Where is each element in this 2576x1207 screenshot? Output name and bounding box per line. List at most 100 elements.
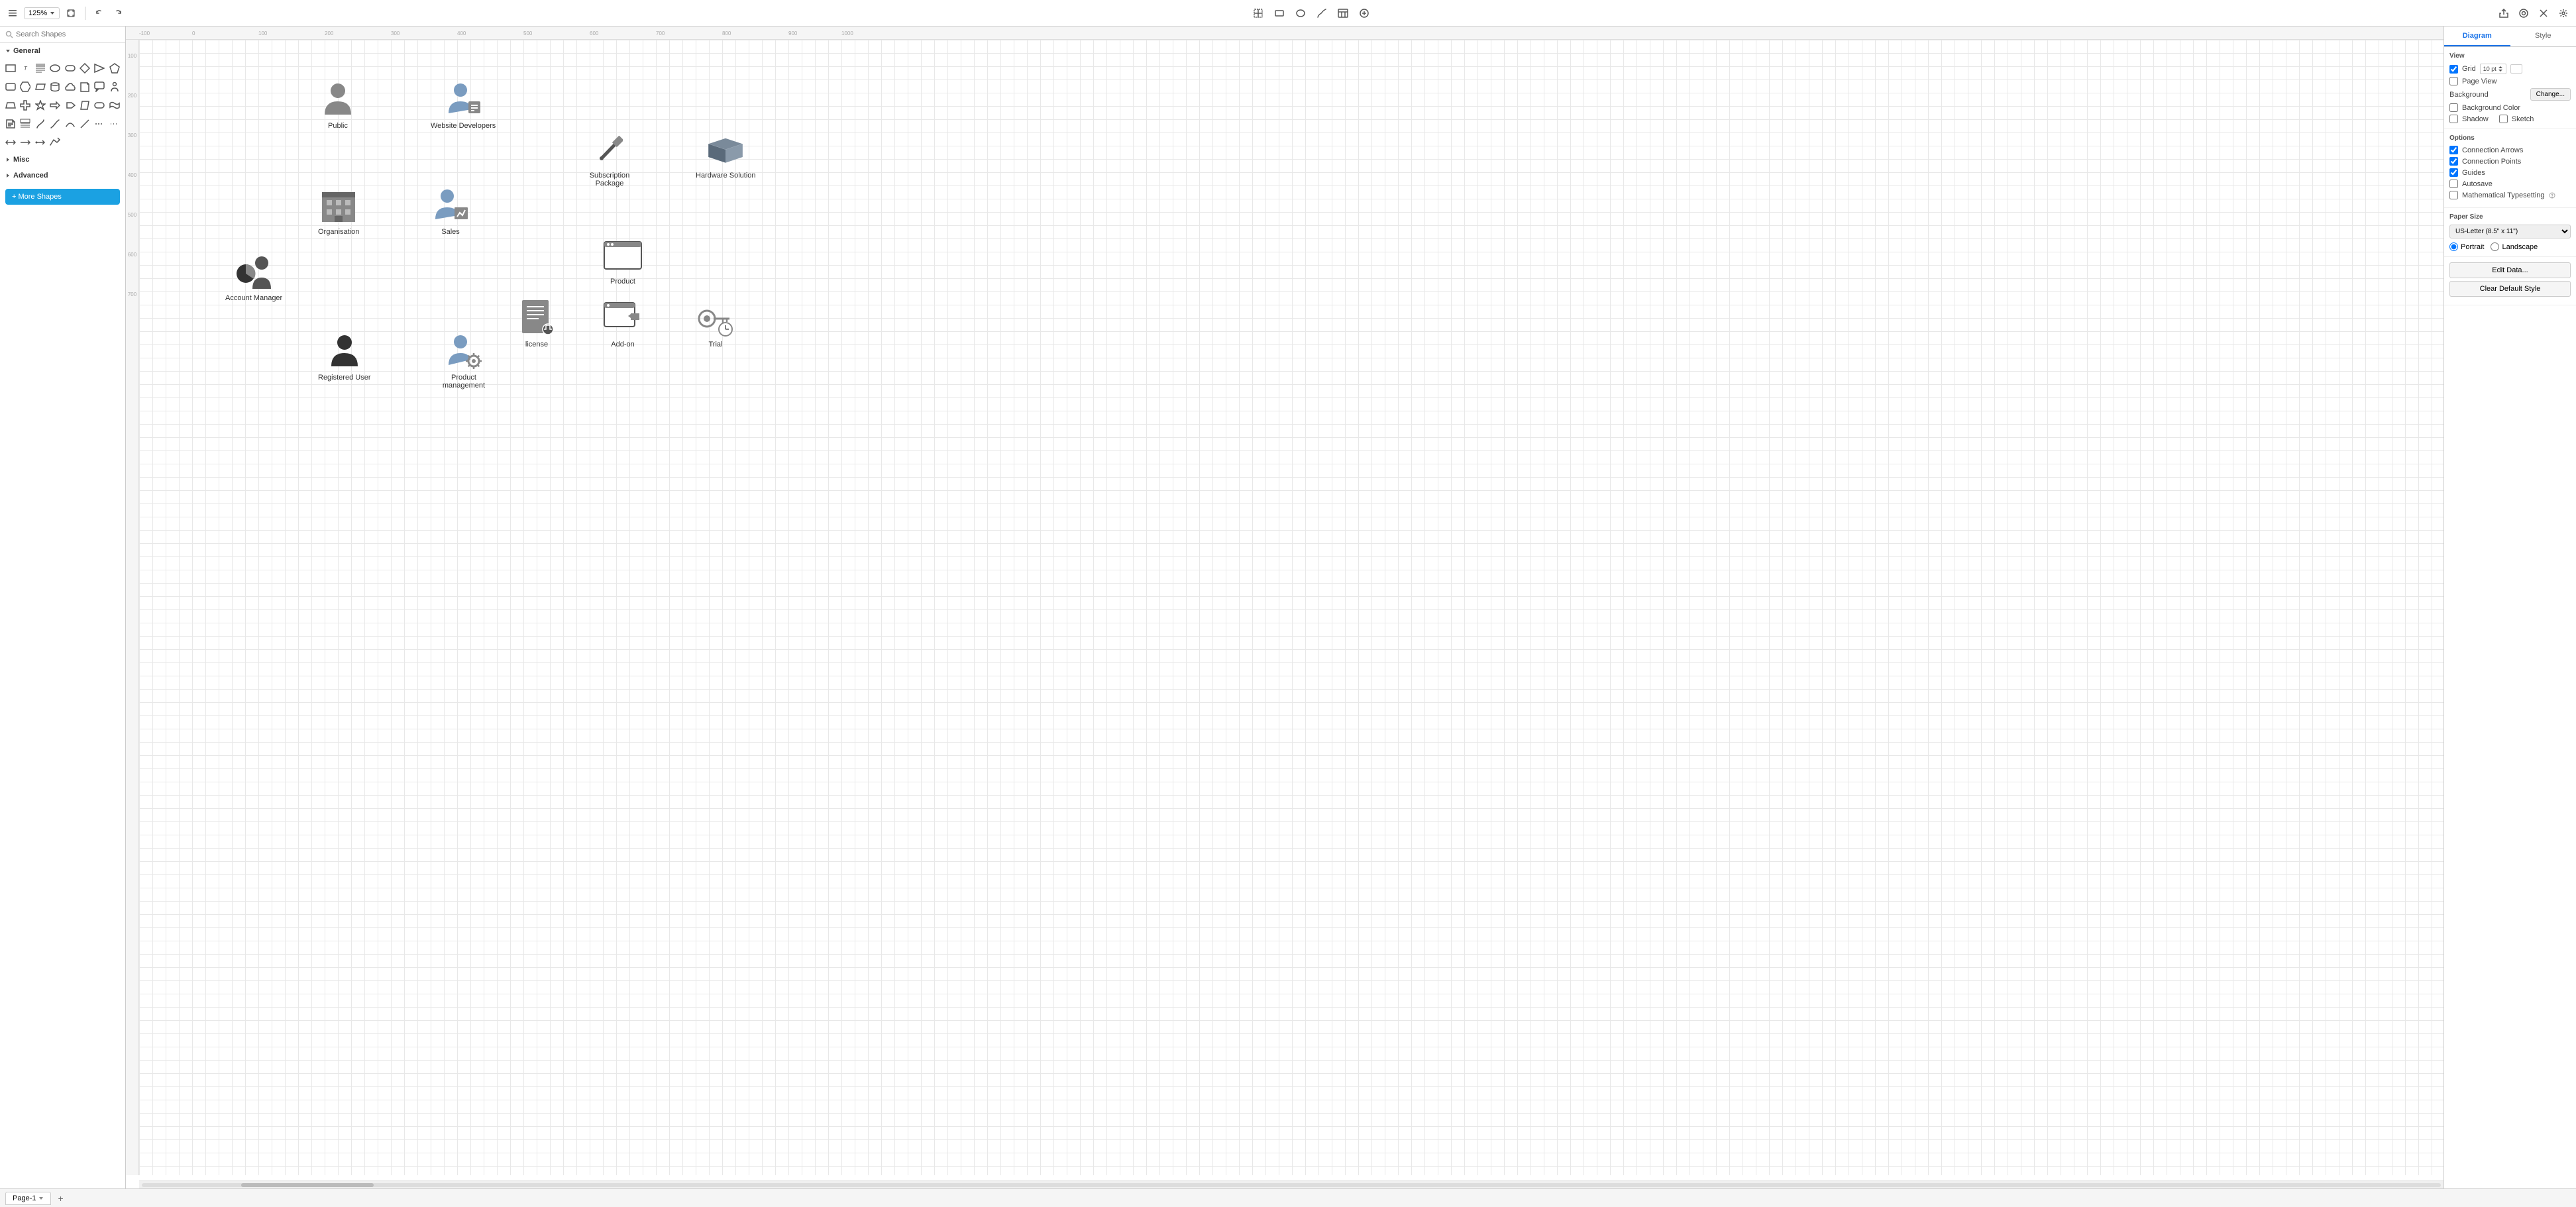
canvas-scrollbar[interactable]	[139, 1181, 2443, 1188]
connection-arrows-checkbox[interactable]	[2449, 146, 2458, 154]
freehand-tool-icon[interactable]	[1315, 6, 1329, 21]
node-account-manager[interactable]: Account Manager	[225, 252, 282, 302]
redo-icon[interactable]	[111, 6, 125, 21]
node-add-on[interactable]: Add-on	[603, 298, 643, 348]
shape-heading[interactable]	[34, 62, 47, 75]
shape-arc[interactable]	[64, 117, 77, 131]
change-button[interactable]: Change...	[2530, 88, 2571, 101]
edit-data-button[interactable]: Edit Data...	[2449, 262, 2571, 278]
search-box[interactable]	[0, 26, 125, 43]
more-shapes-button[interactable]: + More Shapes	[5, 189, 120, 205]
connection-points-checkbox[interactable]	[2449, 157, 2458, 166]
guides-checkbox[interactable]	[2449, 168, 2458, 177]
portrait-label[interactable]: Portrait	[2449, 242, 2484, 251]
shape-list-item[interactable]	[19, 117, 32, 131]
node-website-developers[interactable]: Website Developers	[431, 79, 496, 130]
shape-arrow-right[interactable]	[48, 99, 62, 112]
shape-arrow-multi[interactable]	[34, 136, 47, 149]
shape-callout[interactable]	[93, 80, 106, 93]
node-trial[interactable]: Trial	[696, 298, 735, 348]
node-subscription-package[interactable]: Subscription Package	[576, 129, 643, 187]
shape-s-curve[interactable]	[34, 117, 47, 131]
node-public-icon	[318, 79, 358, 119]
node-public[interactable]: Public	[318, 79, 358, 130]
shape-triangle-right[interactable]	[93, 62, 106, 75]
shape-trapezoid[interactable]	[4, 99, 17, 112]
tab-diagram[interactable]: Diagram	[2444, 26, 2510, 46]
node-hardware-solution[interactable]: Hardware Solution	[696, 129, 756, 180]
canvas-inner[interactable]: Public Website Developers	[139, 40, 2443, 1175]
node-product[interactable]: Product	[603, 235, 643, 286]
node-registered-user[interactable]: Registered User	[318, 331, 370, 382]
landscape-label[interactable]: Landscape	[2491, 242, 2538, 251]
sketch-checkbox[interactable]	[2499, 115, 2508, 123]
scrollbar-thumb[interactable]	[241, 1183, 374, 1187]
shape-parallelogram[interactable]	[34, 80, 47, 93]
shape-diagonal-line[interactable]	[78, 117, 91, 131]
shape-pentagon[interactable]	[108, 62, 121, 75]
add-page-button[interactable]: +	[54, 1192, 67, 1205]
shape-dashed-line[interactable]	[93, 117, 106, 131]
publish-icon[interactable]	[2516, 6, 2531, 21]
tab-style[interactable]: Style	[2510, 26, 2576, 46]
close-icon[interactable]	[2536, 6, 2551, 21]
clear-default-style-button[interactable]: Clear Default Style	[2449, 281, 2571, 297]
node-sales[interactable]: Sales	[431, 185, 470, 236]
shape-ellipse[interactable]	[48, 62, 62, 75]
shape-wave[interactable]	[108, 99, 121, 112]
shape-hexagon[interactable]	[19, 80, 32, 93]
shape-rect-rounded[interactable]	[4, 80, 17, 93]
settings-icon[interactable]	[2556, 6, 2571, 21]
canvas-area[interactable]: -100 0 100 200 300 400 500 600 700 800 9…	[126, 26, 2443, 1188]
shape-cross[interactable]	[19, 99, 32, 112]
portrait-radio[interactable]	[2449, 242, 2458, 251]
shape-cloud[interactable]	[64, 80, 77, 93]
math-typesetting-checkbox[interactable]	[2449, 191, 2458, 199]
advanced-section-header[interactable]: Advanced	[0, 168, 125, 184]
select-tool-icon[interactable]	[1251, 6, 1265, 21]
shape-dotted-line[interactable]	[108, 117, 121, 131]
shape-star[interactable]	[34, 99, 47, 112]
shape-cylinder[interactable]	[48, 80, 62, 93]
share-icon[interactable]	[2496, 6, 2511, 21]
node-license[interactable]: license	[517, 298, 557, 348]
shape-note[interactable]	[4, 117, 17, 131]
paper-size-select[interactable]: US-Letter (8.5" x 11")	[2449, 225, 2571, 238]
shape-process[interactable]	[64, 99, 77, 112]
fit-page-icon[interactable]	[64, 6, 78, 21]
shape-data[interactable]	[78, 99, 91, 112]
landscape-radio[interactable]	[2491, 242, 2499, 251]
shape-diamond[interactable]	[78, 62, 91, 75]
shape-terminator[interactable]	[93, 99, 106, 112]
ellipse-tool-icon[interactable]	[1293, 6, 1308, 21]
page-view-checkbox[interactable]	[2449, 77, 2458, 85]
node-organisation[interactable]: Organisation	[318, 185, 359, 236]
background-color-checkbox[interactable]	[2449, 103, 2458, 112]
add-tool-icon[interactable]	[1357, 6, 1371, 21]
shape-rectangle[interactable]	[4, 62, 17, 75]
menu-icon[interactable]	[5, 6, 20, 21]
page-tab-1[interactable]: Page-1	[5, 1192, 51, 1205]
shape-curve-s2[interactable]	[48, 117, 62, 131]
grid-value-box[interactable]: 10 pt	[2480, 64, 2506, 74]
grid-checkbox[interactable]	[2449, 65, 2458, 74]
scrollbar-track[interactable]	[142, 1183, 2441, 1187]
zoom-control[interactable]: 125%	[24, 7, 60, 19]
grid-color-swatch[interactable]	[2510, 64, 2522, 74]
misc-section-header[interactable]: Misc	[0, 152, 125, 168]
shape-text[interactable]: T	[19, 62, 32, 75]
shape-document[interactable]	[78, 80, 91, 93]
rectangle-tool-icon[interactable]	[1272, 6, 1287, 21]
shape-rounded-rect[interactable]	[64, 62, 77, 75]
shape-arrow-both[interactable]	[4, 136, 17, 149]
search-input[interactable]	[16, 30, 120, 38]
table-tool-icon[interactable]	[1336, 6, 1350, 21]
shadow-checkbox[interactable]	[2449, 115, 2458, 123]
shape-waypoint-arrow[interactable]	[48, 136, 62, 149]
autosave-checkbox[interactable]	[2449, 180, 2458, 188]
undo-icon[interactable]	[92, 6, 107, 21]
shape-person[interactable]	[108, 80, 121, 93]
shape-arrow-right2[interactable]	[19, 136, 32, 149]
node-product-management[interactable]: Product management	[431, 331, 497, 390]
general-section-header[interactable]: General	[0, 43, 125, 59]
